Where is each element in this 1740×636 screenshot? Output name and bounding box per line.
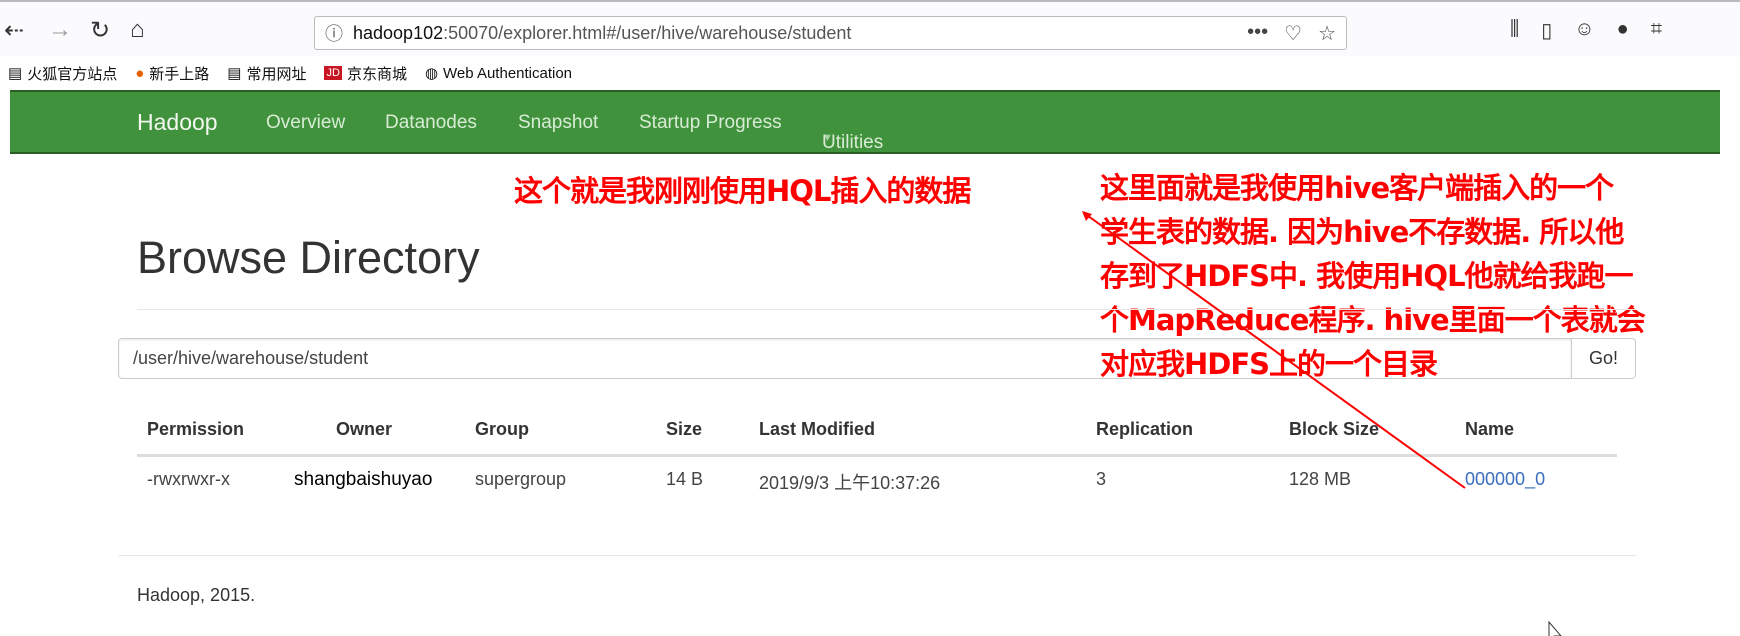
- annotation-arrow: [1082, 211, 1562, 636]
- mouse-cursor-icon: [1548, 620, 1562, 636]
